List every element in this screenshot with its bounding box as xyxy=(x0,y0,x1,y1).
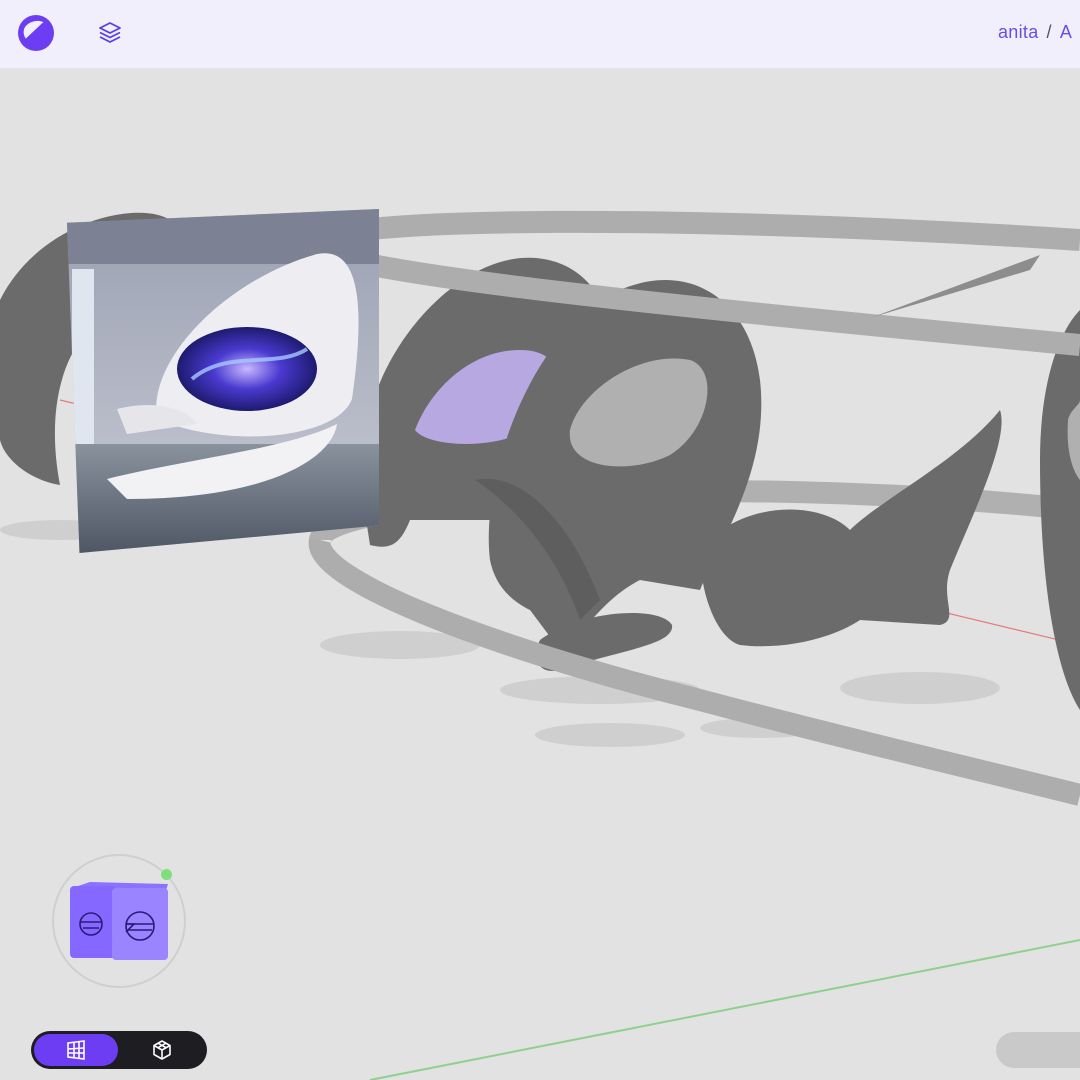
y-axis-line xyxy=(369,939,1080,1080)
bottom-right-control[interactable] xyxy=(996,1032,1080,1068)
breadcrumb-project[interactable]: A xyxy=(1060,22,1072,42)
floorplan-view-button[interactable] xyxy=(34,1034,118,1066)
layers-icon[interactable] xyxy=(97,20,123,46)
top-bar: anita / A xyxy=(0,0,1080,68)
ring-shard xyxy=(870,255,1040,318)
reference-image-panel[interactable] xyxy=(67,209,379,553)
floorplan-grid-icon xyxy=(67,1040,85,1060)
nav-status-dot xyxy=(161,869,172,880)
view-navigation-cube[interactable] xyxy=(68,880,170,964)
breadcrumb: anita / A xyxy=(998,22,1072,43)
3d-cube-icon xyxy=(153,1040,171,1060)
3d-view-button[interactable] xyxy=(120,1034,204,1066)
breadcrumb-separator: / xyxy=(1046,22,1052,42)
view-mode-toggle xyxy=(31,1031,207,1069)
chair-right-edge xyxy=(1040,310,1080,710)
reference-image xyxy=(67,209,379,553)
breadcrumb-user[interactable]: anita xyxy=(998,22,1039,42)
app-logo-icon[interactable] xyxy=(16,13,56,53)
